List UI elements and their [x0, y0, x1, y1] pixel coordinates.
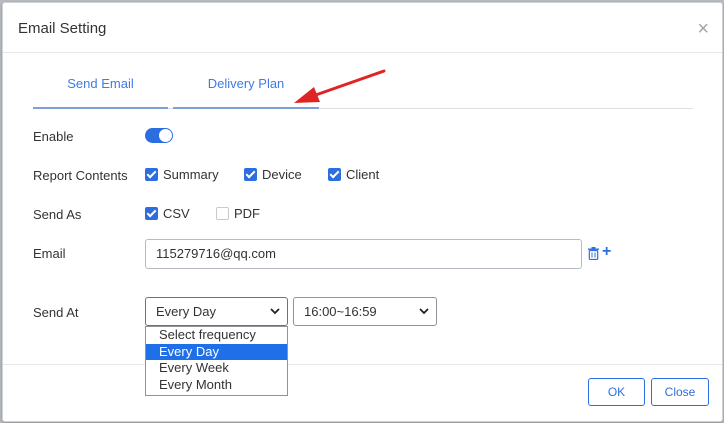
pdf-label: PDF — [234, 206, 260, 221]
client-label: Client — [346, 167, 380, 182]
csv-label: CSV — [163, 206, 190, 221]
dialog-title: Email Setting — [18, 20, 107, 37]
dialog-header: Email Setting × — [3, 3, 722, 53]
frequency-option-every-day[interactable]: Every Day — [146, 343, 287, 360]
client-checkbox[interactable]: Client — [328, 167, 379, 182]
time-value: 16:00~16:59 — [304, 304, 377, 319]
trash-icon[interactable] — [588, 247, 599, 260]
frequency-option-select[interactable]: Select frequency — [146, 327, 287, 344]
chevron-down-icon — [270, 308, 280, 315]
frequency-option-every-month[interactable]: Every Month — [146, 377, 287, 394]
summary-label: Summary — [163, 167, 219, 182]
tab-send-email[interactable]: Send Email — [33, 65, 168, 109]
enable-label: Enable — [33, 129, 74, 144]
send-at-label: Send At — [33, 305, 79, 320]
ok-button[interactable]: OK — [588, 378, 645, 406]
dialog-footer-divider — [3, 364, 722, 365]
checkbox-checked-icon — [244, 168, 257, 181]
annotation-arrow-icon — [294, 69, 386, 103]
close-button[interactable]: Close — [651, 378, 709, 406]
frequency-option-every-week[interactable]: Every Week — [146, 360, 287, 377]
checkbox-unchecked-icon — [216, 207, 229, 220]
email-label: Email — [33, 246, 66, 261]
enable-toggle[interactable] — [145, 128, 173, 143]
frequency-value: Every Day — [156, 304, 216, 319]
report-contents-label: Report Contents — [33, 168, 128, 183]
checkbox-checked-icon — [145, 168, 158, 181]
device-label: Device — [262, 167, 302, 182]
frequency-select[interactable]: Every Day — [145, 297, 288, 326]
csv-checkbox[interactable]: CSV — [145, 206, 190, 221]
frequency-dropdown: Select frequency Every Day Every Week Ev… — [145, 326, 288, 396]
checkbox-checked-icon — [328, 168, 341, 181]
pdf-checkbox[interactable]: PDF — [216, 206, 260, 221]
email-setting-dialog: Email Setting × Send Email Delivery Plan… — [2, 2, 723, 422]
plus-icon[interactable]: + — [602, 243, 611, 261]
close-icon[interactable]: × — [697, 19, 709, 39]
device-checkbox[interactable]: Device — [244, 167, 302, 182]
checkbox-checked-icon — [145, 207, 158, 220]
chevron-down-icon — [419, 308, 429, 315]
summary-checkbox[interactable]: Summary — [145, 167, 219, 182]
send-as-label: Send As — [33, 207, 82, 222]
time-select[interactable]: 16:00~16:59 — [293, 297, 437, 326]
email-input[interactable]: 115279716@qq.com — [145, 239, 582, 269]
toggle-knob — [159, 129, 172, 142]
